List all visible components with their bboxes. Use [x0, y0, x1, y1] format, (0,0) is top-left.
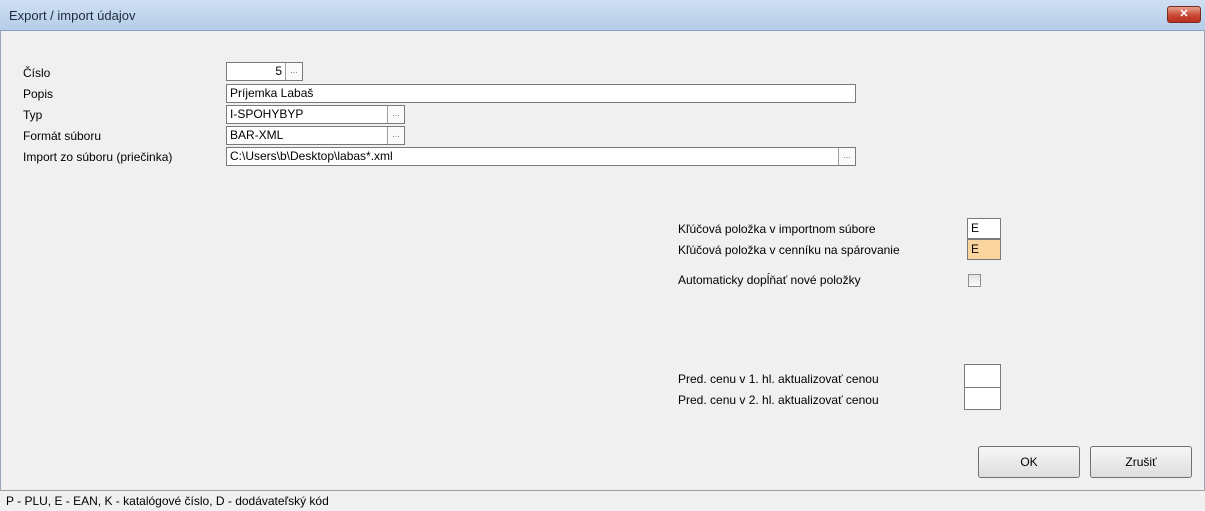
key-import-label: Kľúčová položka v importnom súbore: [678, 222, 876, 236]
import-label: Import zo súboru (priečinka): [23, 150, 173, 164]
auto-fill-label: Automaticky dopĺňať nové položky: [678, 273, 861, 287]
cislo-label: Číslo: [23, 66, 51, 80]
key-price-label: Kľúčová položka v cenníku na spárovanie: [678, 243, 900, 257]
status-text: P - PLU, E - EAN, K - katalógové číslo, …: [6, 494, 329, 508]
price2-field[interactable]: [964, 387, 1001, 410]
close-icon: ✕: [1179, 8, 1189, 20]
price1-field[interactable]: [964, 364, 1001, 388]
cislo-field[interactable]: 5 ...: [226, 62, 303, 81]
typ-field[interactable]: I-SPOHYBYP ...: [226, 105, 405, 124]
key-import-value: E: [971, 221, 980, 235]
typ-ellipsis-button[interactable]: ...: [387, 106, 404, 123]
import-ellipsis-button[interactable]: ...: [838, 148, 855, 165]
format-ellipsis-button[interactable]: ...: [387, 127, 404, 144]
popis-field[interactable]: Príjemka Labaš: [226, 84, 856, 103]
format-value: BAR-XML: [230, 128, 284, 142]
ok-button[interactable]: OK: [978, 446, 1080, 478]
key-import-field[interactable]: E: [967, 218, 1001, 239]
format-label: Formát súboru: [23, 129, 102, 143]
popis-label: Popis: [23, 87, 54, 101]
title-bar: Export / import údajov ✕: [0, 0, 1205, 31]
price1-label: Pred. cenu v 1. hl. aktualizovať cenou: [678, 372, 879, 386]
format-field[interactable]: BAR-XML ...: [226, 126, 405, 145]
popis-value: Príjemka Labaš: [230, 86, 314, 100]
typ-value: I-SPOHYBYP: [230, 107, 304, 121]
cislo-ellipsis-button[interactable]: ...: [285, 63, 302, 80]
cancel-button[interactable]: Zrušiť: [1090, 446, 1192, 478]
auto-fill-checkbox[interactable]: [968, 274, 981, 287]
key-price-value: E: [971, 242, 980, 256]
dialog-body: Číslo 5 ... Popis Príjemka Labaš Typ I-S…: [0, 31, 1205, 490]
close-button[interactable]: ✕: [1167, 6, 1201, 23]
status-bar: P - PLU, E - EAN, K - katalógové číslo, …: [0, 490, 1205, 511]
window-title: Export / import údajov: [9, 8, 136, 23]
typ-label: Typ: [23, 108, 43, 122]
import-path-field[interactable]: C:\Users\b\Desktop\labas*.xml ...: [226, 147, 856, 166]
price2-label: Pred. cenu v 2. hl. aktualizovať cenou: [678, 393, 879, 407]
key-price-field[interactable]: E: [967, 239, 1001, 260]
import-path-value: C:\Users\b\Desktop\labas*.xml: [230, 149, 393, 163]
cislo-value: 5: [275, 64, 282, 78]
